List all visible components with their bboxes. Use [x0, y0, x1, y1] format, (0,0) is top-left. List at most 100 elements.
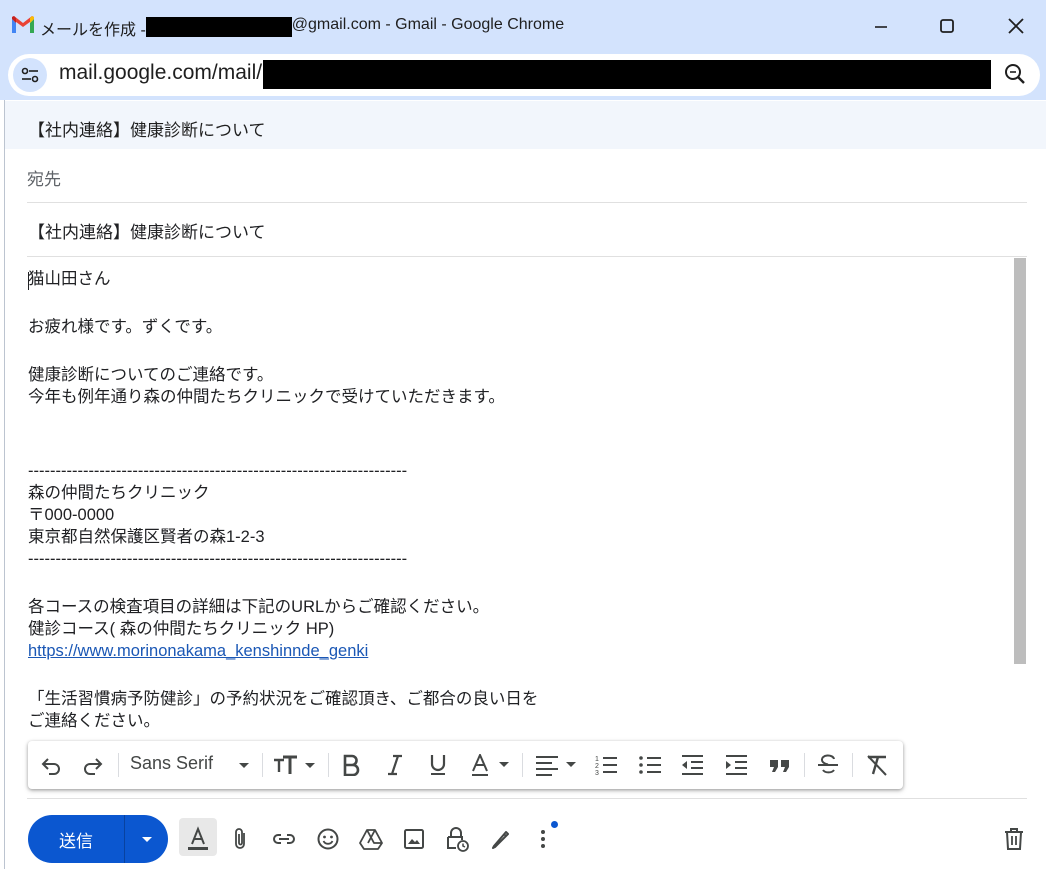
send-options-button[interactable]: [125, 815, 168, 863]
emoji-icon: [317, 828, 339, 850]
align-button[interactable]: [534, 753, 580, 777]
minimize-button[interactable]: [867, 12, 895, 40]
toolbar-separator: [522, 753, 523, 777]
maximize-button[interactable]: [933, 12, 961, 40]
gmail-logo-icon: [12, 16, 34, 33]
signature-icon: [492, 831, 509, 849]
address-url[interactable]: mail.google.com/mail/: [59, 61, 262, 85]
body-line: [28, 434, 1008, 460]
indent-less-icon: [682, 755, 703, 775]
quote-button[interactable]: [768, 753, 792, 777]
remove-formatting-button[interactable]: [864, 753, 890, 777]
body-line: 健診コース( 森の仲間たちクリニック HP): [28, 620, 335, 638]
strikethrough-icon: [818, 754, 838, 774]
drive-button[interactable]: [356, 824, 386, 854]
divider: [27, 202, 1027, 203]
body-line: お疲れ様です。ずくです。: [28, 318, 223, 336]
chevron-down-icon: [141, 837, 152, 842]
attach-icon: [235, 828, 245, 849]
message-body[interactable]: 猫山田さん お疲れ様です。ずくです。 健康診断についてのご連絡です。 今年も例年通り森…: [28, 268, 1008, 738]
toolbar-separator: [852, 753, 853, 777]
zoom-icon[interactable]: [1003, 62, 1027, 86]
toolbar-separator: [118, 753, 119, 777]
redacted-url: [263, 60, 991, 89]
more-options-button[interactable]: [528, 824, 558, 854]
bold-icon: [343, 754, 360, 776]
send-button[interactable]: 送信: [28, 815, 124, 863]
body-line: ご連絡ください。: [28, 712, 160, 730]
body-line: 今年も例年通り森の仲間たちクリニックで受けていただきます。: [28, 388, 505, 406]
formatting-options-button[interactable]: [183, 824, 213, 854]
bold-button[interactable]: [340, 753, 362, 777]
font-dropdown-button[interactable]: [234, 753, 254, 777]
toolbar-separator: [262, 753, 263, 777]
close-button[interactable]: [1002, 12, 1030, 40]
window-title-suffix: @gmail.com - Gmail - Google Chrome: [291, 16, 565, 33]
recipients-field[interactable]: 宛先: [27, 165, 61, 190]
text-size-button[interactable]: [272, 753, 318, 777]
attach-button[interactable]: [225, 824, 255, 854]
body-line: [28, 338, 1008, 364]
underline-icon: [430, 755, 446, 775]
body-line: [28, 290, 1008, 316]
window-title: メールを作成 - @gmail.com - Gmail - Google Chr…: [40, 16, 564, 40]
close-icon: [1008, 18, 1024, 34]
body-line: 〒000-0000: [28, 506, 115, 524]
numbered-list-button[interactable]: 123: [594, 753, 618, 777]
svg-text:1: 1: [595, 756, 599, 763]
drive-icon: [359, 829, 383, 850]
confidential-mode-button[interactable]: [442, 824, 472, 854]
clinic-url-link[interactable]: https://www.morinonakama_kenshinnde_genk…: [28, 642, 368, 660]
insert-link-button[interactable]: [269, 824, 299, 854]
text-color-button[interactable]: [470, 753, 512, 777]
body-line: 森の仲間たちクリニック: [28, 484, 210, 502]
underline-button[interactable]: [427, 753, 449, 777]
undo-icon: [41, 758, 60, 775]
text-color-icon: [472, 754, 509, 776]
minimize-icon: [875, 26, 887, 28]
photo-icon: [404, 829, 424, 849]
body-line: [28, 732, 1008, 738]
bulleted-list-icon: [639, 756, 661, 774]
quote-icon: [770, 760, 789, 772]
indent-more-button[interactable]: [724, 753, 748, 777]
body-line: 「生活習慣病予防健診」の予約状況をご確認頂き、ご都合の良い日を: [28, 690, 539, 708]
italic-icon: [388, 754, 402, 776]
font-family-select[interactable]: Sans Serif: [130, 753, 213, 774]
maximize-icon: [940, 19, 954, 33]
body-line: [28, 408, 1008, 434]
body-scrollbar[interactable]: [1014, 258, 1026, 664]
italic-button[interactable]: [384, 753, 406, 777]
indent-more-icon: [726, 755, 747, 775]
strikethrough-button[interactable]: [816, 753, 840, 777]
signature-button[interactable]: [486, 824, 516, 854]
indent-less-button[interactable]: [680, 753, 704, 777]
svg-text:3: 3: [595, 770, 599, 776]
link-icon: [273, 834, 295, 844]
insert-photo-button[interactable]: [399, 824, 429, 854]
body-line: [28, 570, 1008, 596]
body-line: 健康診断についてのご連絡です。: [28, 366, 274, 384]
undo-button[interactable]: [38, 753, 64, 777]
body-line: ----------------------------------------…: [28, 462, 408, 480]
site-info-button[interactable]: [13, 58, 47, 92]
text-size-icon: [274, 755, 315, 774]
body-line: ----------------------------------------…: [28, 550, 408, 568]
window-title-prefix: メールを作成 -: [40, 22, 146, 39]
subject-field[interactable]: 【社内連絡】健康診断について: [28, 218, 266, 243]
chevron-down-icon: [239, 763, 249, 768]
remove-formatting-icon: [867, 755, 887, 776]
formatting-options-icon: [188, 826, 208, 850]
divider: [27, 256, 1027, 257]
compose-header-title: 【社内連絡】健康診断について: [28, 121, 266, 140]
toolbar-separator: [328, 753, 329, 777]
divider: [27, 798, 1027, 799]
body-line: https://www.morinonakama_kenshinnde_genk…: [28, 640, 1008, 662]
numbered-list-icon: 123: [595, 756, 617, 776]
discard-draft-button[interactable]: [999, 824, 1029, 854]
bulleted-list-button[interactable]: [638, 753, 662, 777]
emoji-button[interactable]: [313, 824, 343, 854]
redo-button[interactable]: [80, 753, 106, 777]
text-cursor: [28, 272, 29, 290]
svg-text:2: 2: [595, 763, 599, 770]
